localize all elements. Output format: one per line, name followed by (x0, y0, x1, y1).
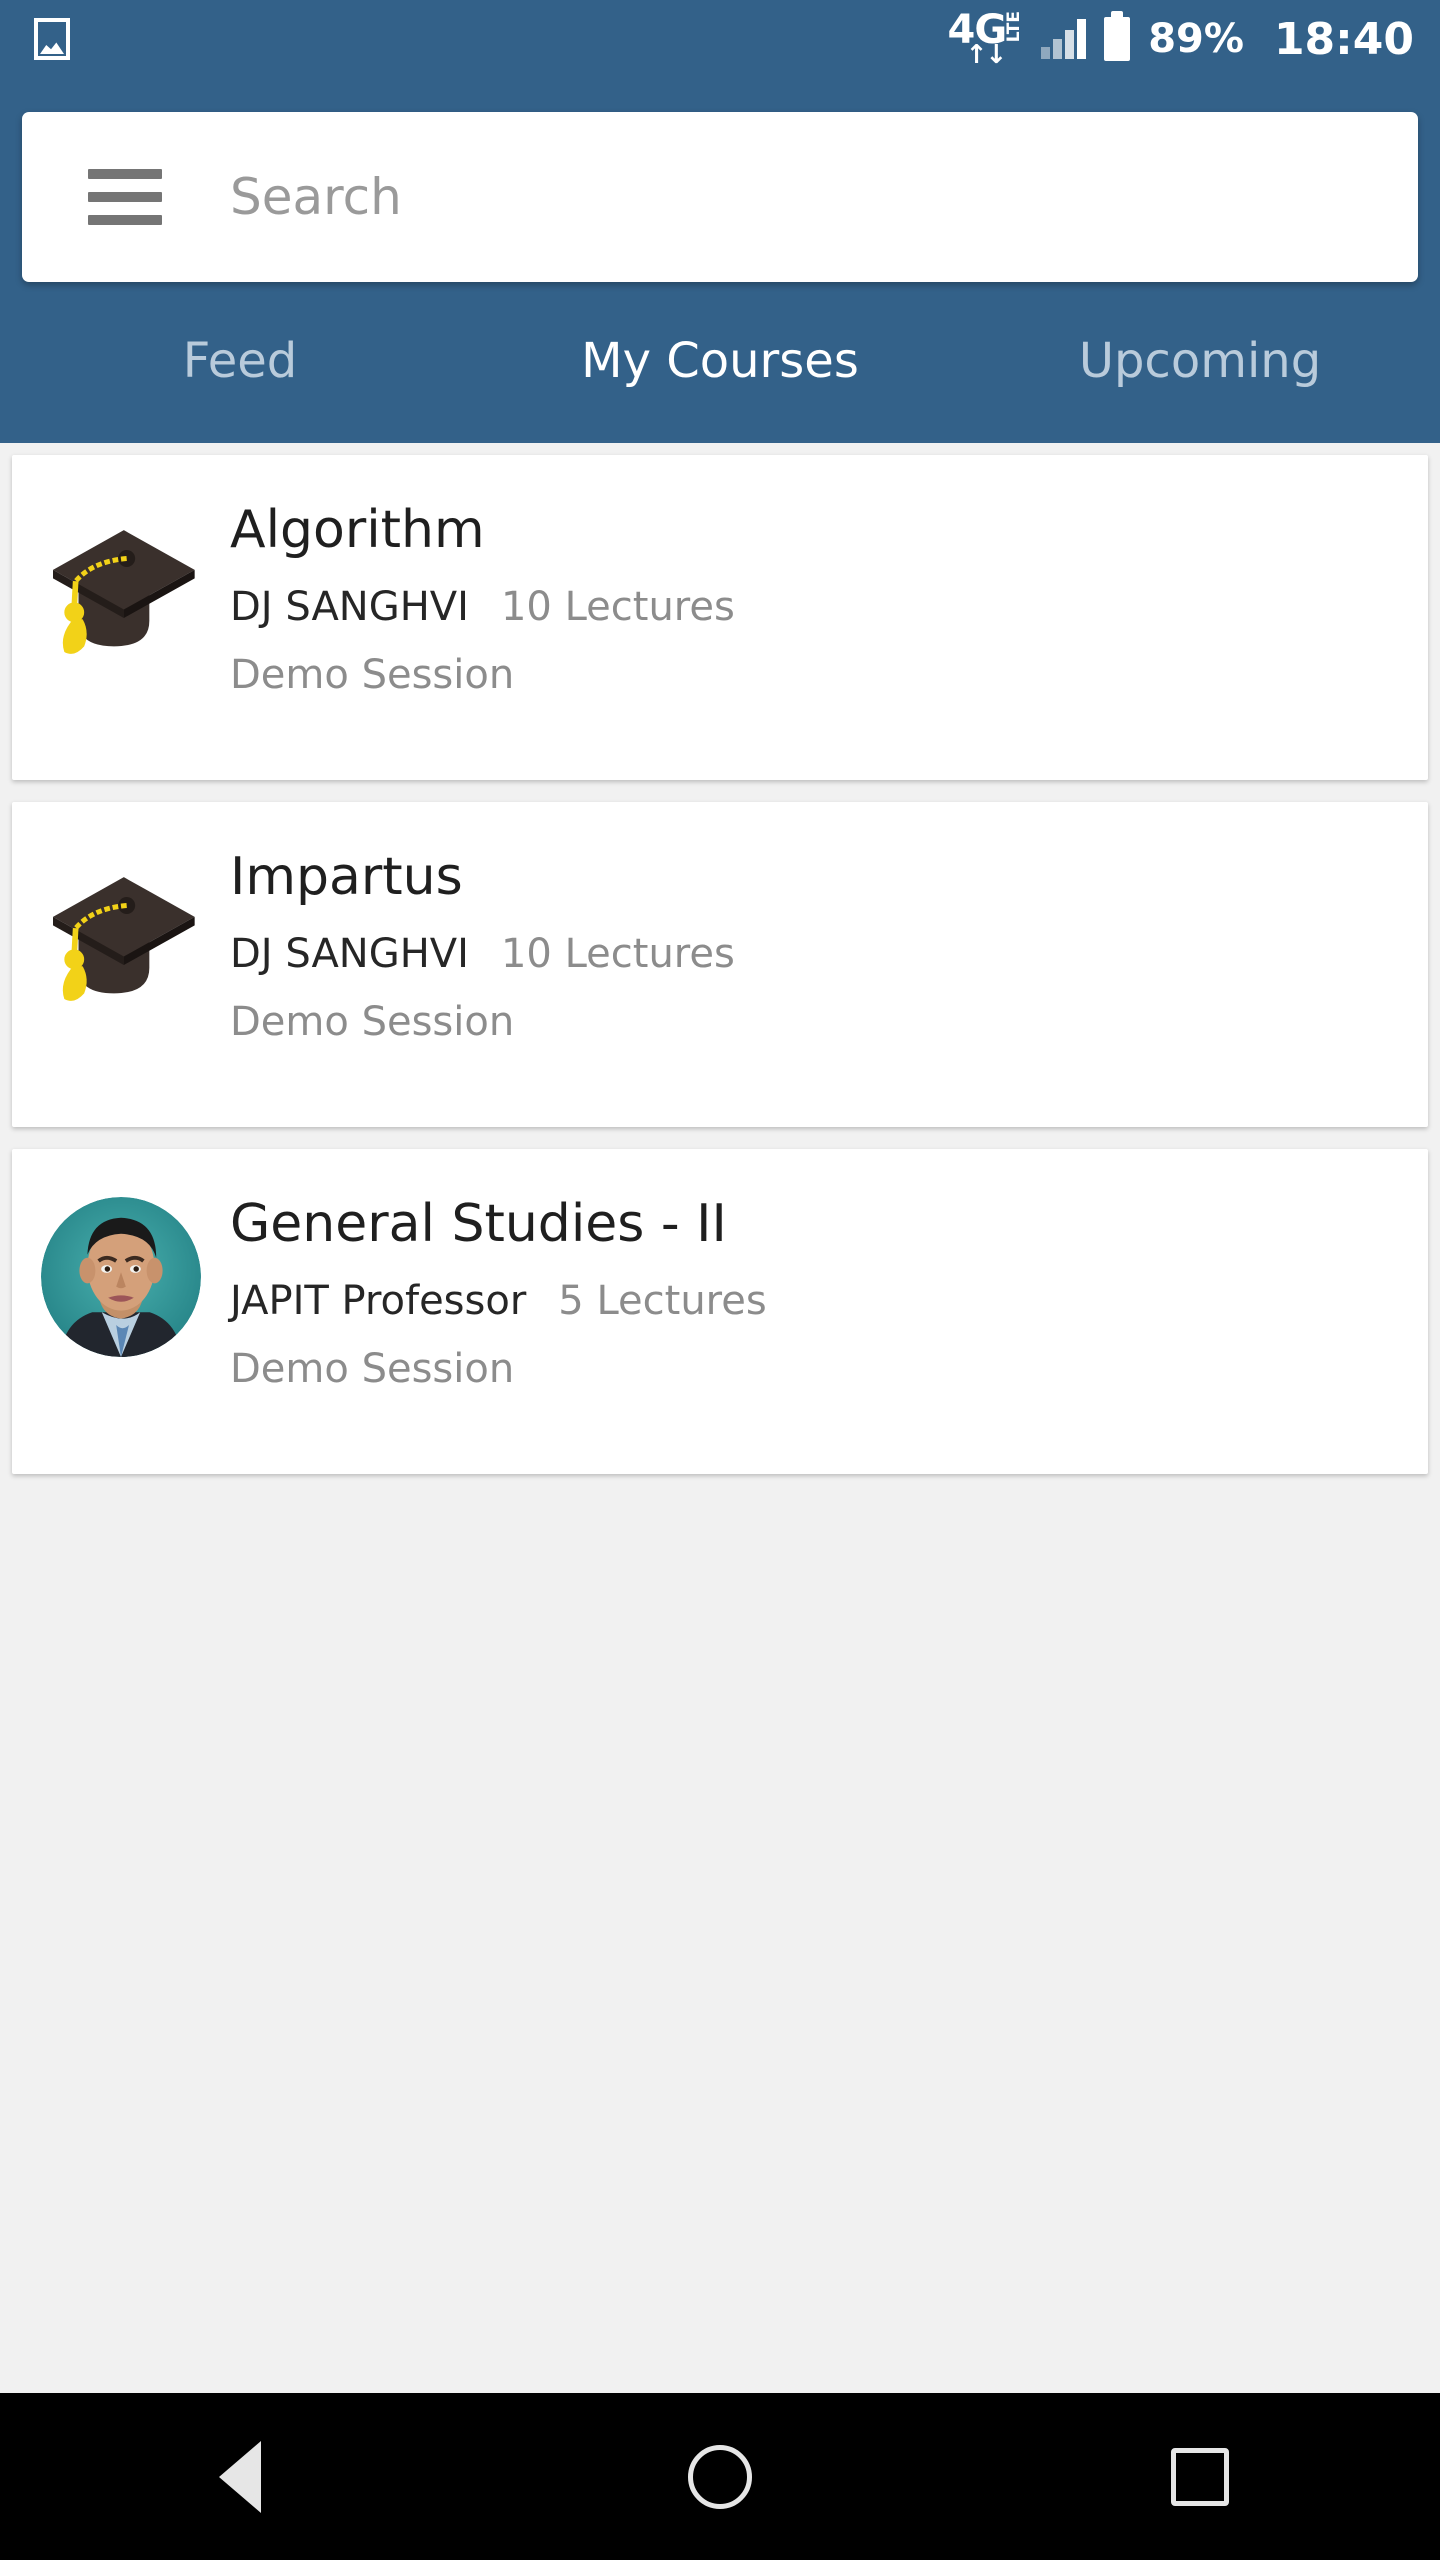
tab-bar: Feed My Courses Upcoming (0, 300, 1440, 422)
course-info: Algorithm DJ SANGHVI 10 Lectures Demo Se… (220, 499, 1428, 698)
course-info: General Studies - II JAPIT Professor 5 L… (220, 1193, 1428, 1392)
course-meta: DJ SANGHVI 10 Lectures (230, 931, 1428, 977)
status-bar-right: 4G LTE ↑↓ 89% 18:40 (948, 10, 1414, 68)
course-card[interactable]: Algorithm DJ SANGHVI 10 Lectures Demo Se… (12, 455, 1428, 780)
course-title: Impartus (230, 847, 463, 907)
course-instructor: DJ SANGHVI (230, 930, 469, 977)
course-meta: JAPIT Professor 5 Lectures (230, 1278, 1428, 1324)
network-4g-lte-icon: 4G LTE ↑↓ (948, 10, 1025, 70)
recents-icon (1171, 2447, 1229, 2506)
hamburger-menu-icon[interactable] (88, 169, 162, 225)
back-icon (219, 2440, 261, 2513)
graduation-cap-icon (53, 530, 195, 654)
course-media (12, 846, 220, 1016)
professor-avatar (41, 1197, 201, 1357)
network-type-label: LTE (1004, 11, 1025, 43)
app-header: 4G LTE ↑↓ 89% 18:40 Feed My Co (0, 0, 1440, 443)
tab-feed[interactable]: Feed (0, 333, 480, 389)
course-lectures-count: 5 Lectures (558, 1277, 767, 1324)
course-info: Impartus DJ SANGHVI 10 Lectures Demo Ses… (220, 846, 1428, 1045)
status-bar-left (34, 18, 70, 60)
data-transfer-arrows-icon: ↑↓ (965, 40, 1008, 70)
course-session: Demo Session (230, 998, 515, 1045)
home-button[interactable] (480, 2444, 960, 2509)
recents-button[interactable] (960, 2447, 1440, 2506)
course-media (12, 499, 220, 669)
android-navigation-bar (0, 2393, 1440, 2560)
course-card[interactable]: General Studies - II JAPIT Professor 5 L… (12, 1149, 1428, 1474)
search-bar[interactable] (22, 112, 1418, 282)
graduation-cap-icon (53, 877, 195, 1001)
course-lectures-count: 10 Lectures (500, 930, 735, 977)
course-title: General Studies - II (230, 1194, 727, 1254)
battery-percent-label: 89% (1148, 16, 1244, 62)
battery-icon (1104, 11, 1131, 61)
course-instructor: DJ SANGHVI (230, 583, 469, 630)
status-bar: 4G LTE ↑↓ 89% 18:40 (0, 0, 1440, 78)
course-list: Algorithm DJ SANGHVI 10 Lectures Demo Se… (0, 443, 1440, 2393)
course-meta: DJ SANGHVI 10 Lectures (230, 584, 1428, 630)
back-button[interactable] (0, 2440, 480, 2513)
course-media (12, 1193, 220, 1357)
course-card[interactable]: Impartus DJ SANGHVI 10 Lectures Demo Ses… (12, 802, 1428, 1127)
signal-bars-icon (1041, 19, 1087, 59)
course-session: Demo Session (230, 651, 515, 698)
clock-label: 18:40 (1273, 13, 1414, 65)
home-icon (688, 2444, 752, 2509)
tab-my-courses[interactable]: My Courses (480, 333, 960, 389)
search-input[interactable] (230, 168, 1130, 226)
course-title: Algorithm (230, 500, 485, 560)
course-lectures-count: 10 Lectures (500, 583, 735, 630)
photo-icon (34, 18, 70, 60)
tab-upcoming[interactable]: Upcoming (960, 333, 1440, 389)
course-session: Demo Session (230, 1345, 515, 1392)
phone-screen: 4G LTE ↑↓ 89% 18:40 Feed My Co (0, 0, 1440, 2560)
course-instructor: JAPIT Professor (230, 1277, 527, 1324)
